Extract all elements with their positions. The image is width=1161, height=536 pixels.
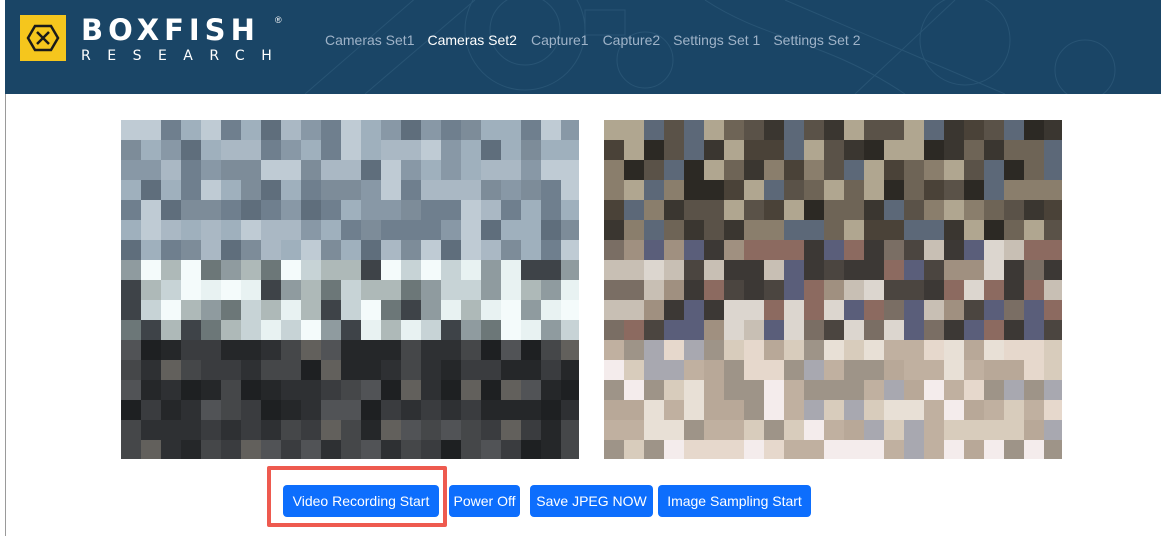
nav-settings-set2[interactable]: Settings Set 2 [773,32,860,48]
nav-capture1[interactable]: Capture1 [531,32,589,48]
video-recording-start-button[interactable]: Video Recording Start [283,485,439,517]
logo-hexagon-icon [26,24,60,52]
camera-feed-2 [604,120,1062,459]
brand-name: BOXFISH [81,13,260,47]
registered-mark: ® [275,15,282,25]
nav-settings-set1[interactable]: Settings Set 1 [673,32,760,48]
boxfish-logo [20,15,66,61]
camera-feed-1 [121,120,579,459]
save-jpeg-now-button[interactable]: Save JPEG NOW [530,485,653,517]
brand-subtitle: RESEARCH [81,48,289,64]
image-sampling-start-button[interactable]: Image Sampling Start [658,485,811,517]
main-nav: Cameras Set1 Cameras Set2 Capture1 Captu… [325,32,861,48]
nav-cameras-set2[interactable]: Cameras Set2 [427,32,516,48]
nav-cameras-set1[interactable]: Cameras Set1 [325,32,414,48]
top-navbar: BOXFISH ® RESEARCH Cameras Set1 Cameras … [5,0,1161,94]
nav-capture2[interactable]: Capture2 [603,32,661,48]
power-off-button[interactable]: Power Off [449,485,520,517]
